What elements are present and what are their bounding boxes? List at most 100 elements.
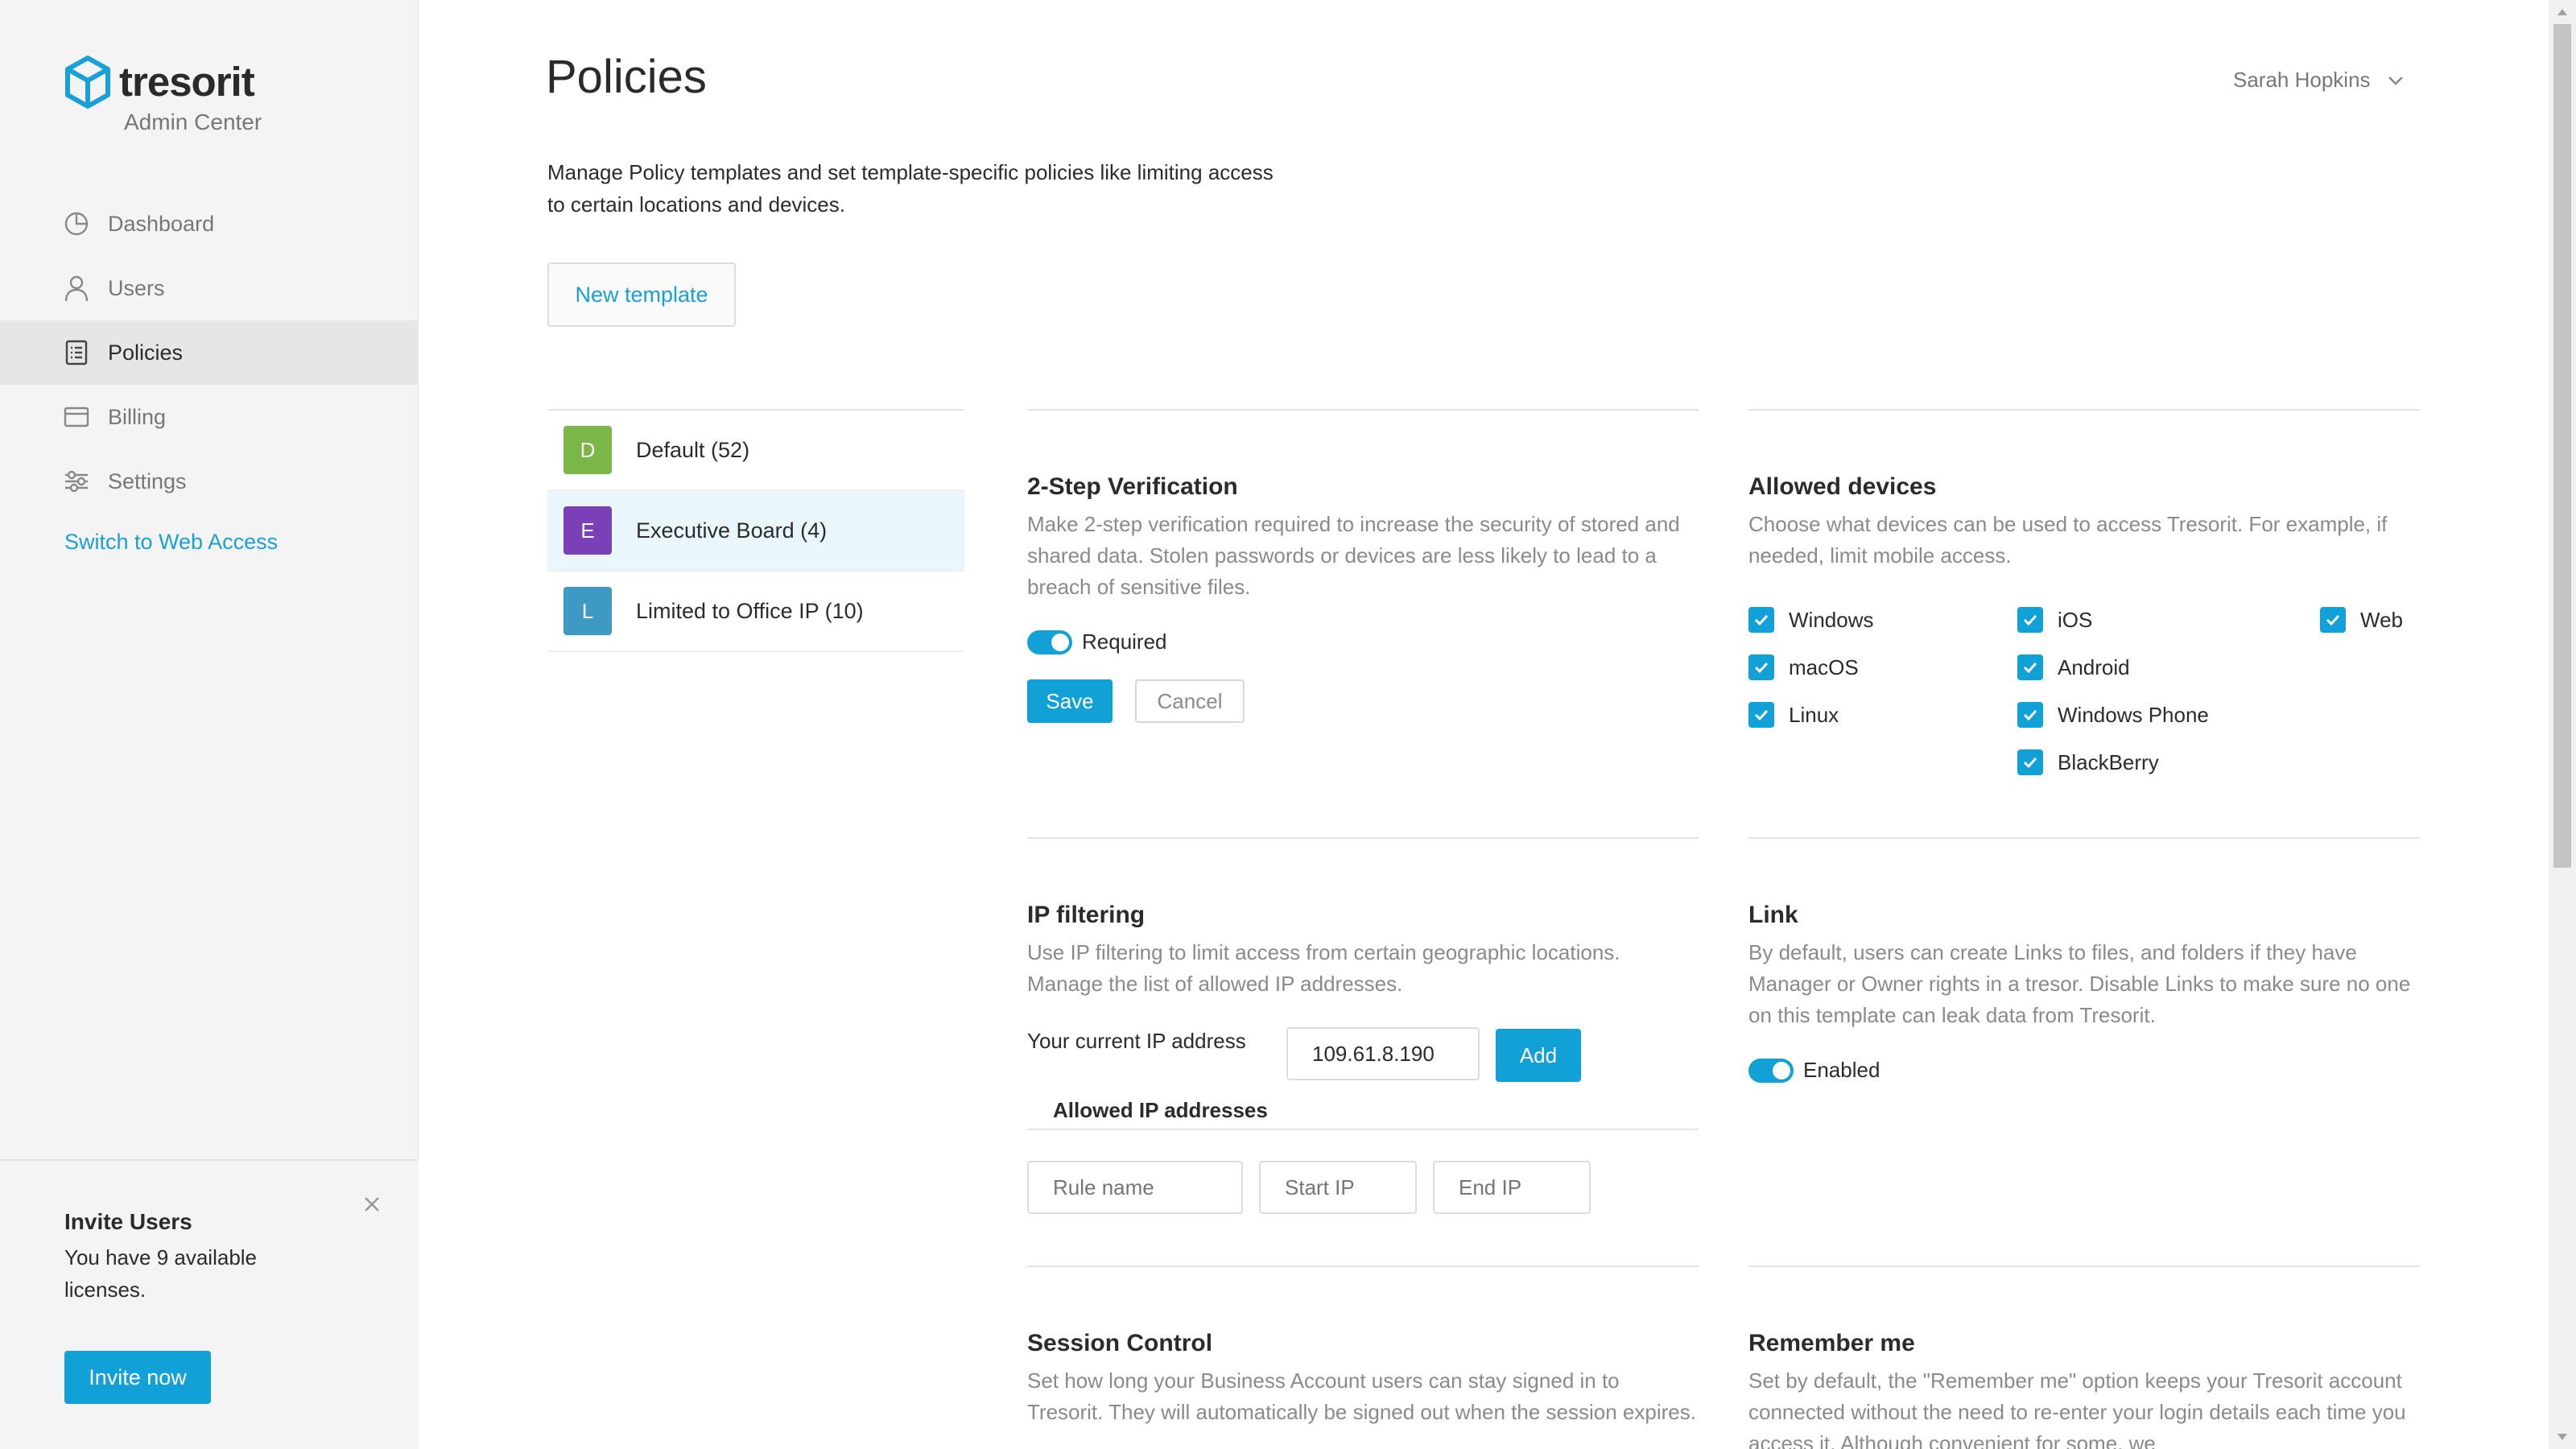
start-ip-input[interactable]	[1259, 1161, 1417, 1214]
close-icon[interactable]	[361, 1193, 383, 1216]
checkbox-checked-icon	[2320, 607, 2346, 633]
page-intro: Manage Policy templates and set template…	[547, 160, 1274, 217]
cancel-button[interactable]: Cancel	[1135, 679, 1245, 723]
new-template-button[interactable]: New template	[547, 262, 736, 327]
allowed-ip-heading: Allowed IP addresses	[1053, 1098, 1268, 1122]
section-description: Make 2-step verification required to inc…	[1027, 512, 1680, 599]
two-step-toggle-row: Required	[1027, 630, 1167, 654]
tresorit-logo-icon	[65, 56, 110, 109]
credit-card-icon	[63, 403, 90, 431]
page-title: Policies	[546, 51, 707, 103]
allowed-devices-section: Allowed devices Choose what devices can …	[1748, 409, 2420, 837]
scroll-down-arrow-icon[interactable]	[2549, 1425, 2576, 1449]
invite-title: Invite Users	[64, 1209, 192, 1234]
scrollbar-thumb[interactable]	[2553, 24, 2571, 868]
remember-me-section: Remember me Set by default, the "Remembe…	[1748, 1265, 2420, 1449]
checkbox-label: macOS	[1789, 654, 1859, 679]
section-description: Set how long your Business Account users…	[1027, 1368, 1696, 1424]
dashboard-icon	[63, 210, 90, 237]
checkbox-checked-icon	[1748, 702, 1774, 728]
checkbox-label: iOS	[2058, 607, 2093, 632]
device-checkbox-linux[interactable]: Linux	[1748, 702, 1839, 728]
chevron-down-icon	[2388, 76, 2403, 85]
device-checkbox-macos[interactable]: macOS	[1748, 654, 1859, 680]
policies-icon	[63, 339, 90, 366]
section-title: Remember me	[1748, 1330, 1915, 1356]
sliders-icon	[63, 468, 90, 495]
checkbox-label: Web	[2360, 607, 2403, 632]
checkbox-label: Linux	[1789, 702, 1839, 727]
divider	[1027, 1129, 1699, 1130]
sidebar-item-users[interactable]: Users	[0, 256, 419, 320]
template-item-default[interactable]: D Default (52)	[547, 411, 964, 491]
two-step-required-toggle[interactable]	[1027, 630, 1072, 654]
device-checkbox-blackberry[interactable]: BlackBerry	[2017, 749, 2159, 775]
scroll-up-arrow-icon[interactable]	[2549, 0, 2576, 24]
device-checkbox-windows[interactable]: Windows	[1748, 607, 1873, 633]
device-checkbox-web[interactable]: Web	[2320, 607, 2403, 633]
brand-name: tresorit	[119, 59, 255, 105]
scrollbar[interactable]	[2549, 0, 2576, 1449]
session-control-section: Session Control Set how long your Busine…	[1027, 1265, 1699, 1449]
add-ip-button[interactable]: Add	[1496, 1029, 1581, 1082]
checkbox-checked-icon	[2017, 702, 2043, 728]
toggle-label: Enabled	[1803, 1058, 1880, 1082]
two-step-verification-section: 2-Step Verification Make 2-step verifica…	[1027, 409, 1699, 837]
template-label: Executive Board (4)	[636, 518, 828, 543]
section-title: Allowed devices	[1748, 473, 1937, 500]
checkbox-checked-icon	[2017, 654, 2043, 680]
template-badge: L	[564, 587, 612, 635]
section-description: Choose what devices can be used to acces…	[1748, 512, 2388, 568]
current-ip-label: Your current IP address	[1027, 1029, 1246, 1053]
checkbox-label: Windows Phone	[2058, 702, 2209, 727]
sidebar-item-label: Policies	[108, 340, 184, 365]
template-label: Limited to Office IP (10)	[636, 598, 864, 623]
checkbox-label: Windows	[1789, 607, 1874, 632]
invite-text: You have 9 available licenses.	[64, 1245, 258, 1302]
section-title: IP filtering	[1027, 902, 1146, 928]
template-list: D Default (52) E Executive Board (4) L L…	[547, 409, 964, 652]
invite-users-panel: Invite Users You have 9 available licens…	[0, 1159, 419, 1449]
template-badge: E	[564, 506, 612, 555]
device-checkbox-windows-phone[interactable]: Windows Phone	[2017, 702, 2209, 728]
device-checkbox-android[interactable]: Android	[2017, 654, 2130, 680]
toggle-label: Required	[1082, 630, 1167, 654]
user-name: Sarah Hopkins	[2233, 68, 2371, 92]
link-toggle-row: Enabled	[1748, 1058, 1880, 1083]
sidebar-nav: Dashboard Users Policies Billing Setting…	[0, 192, 419, 514]
checkbox-checked-icon	[1748, 654, 1774, 680]
sidebar-item-policies[interactable]: Policies	[0, 320, 419, 385]
save-button[interactable]: Save	[1027, 679, 1113, 723]
sidebar-item-dashboard[interactable]: Dashboard	[0, 192, 419, 256]
template-item-limited-to-office-ip[interactable]: L Limited to Office IP (10)	[547, 572, 964, 652]
user-menu[interactable]: Sarah Hopkins	[2233, 68, 2406, 93]
invite-now-button[interactable]: Invite now	[64, 1351, 211, 1404]
checkbox-label: BlackBerry	[2058, 749, 2159, 774]
ip-filtering-section: IP filtering Use IP filtering to limit a…	[1027, 837, 1699, 1265]
current-ip-field[interactable]: 109.61.8.190	[1286, 1027, 1480, 1080]
link-section: Link By default, users can create Links …	[1748, 837, 2420, 1265]
user-icon	[63, 275, 90, 302]
checkbox-checked-icon	[1748, 607, 1774, 633]
section-title: 2-Step Verification	[1027, 473, 1238, 500]
sidebar-item-label: Users	[108, 275, 165, 300]
device-checkbox-ios[interactable]: iOS	[2017, 607, 2092, 633]
section-description: Set by default, the "Remember me" option…	[1748, 1368, 2406, 1449]
template-item-executive-board[interactable]: E Executive Board (4)	[547, 491, 964, 572]
sidebar-item-label: Settings	[108, 469, 187, 493]
switch-to-web-access-link[interactable]: Switch to Web Access	[64, 530, 278, 555]
checkbox-label: Android	[2058, 654, 2130, 679]
section-description: Use IP filtering to limit access from ce…	[1027, 940, 1620, 996]
section-title: Session Control	[1027, 1330, 1213, 1356]
sidebar: tresorit Admin Center Dashboard Users Po…	[0, 0, 419, 1449]
template-label: Default (52)	[636, 437, 750, 462]
link-enabled-toggle[interactable]	[1748, 1058, 1794, 1083]
template-badge: D	[564, 426, 612, 474]
brand-subtitle: Admin Center	[124, 109, 262, 134]
section-description: By default, users can create Links to fi…	[1748, 940, 2411, 1027]
sidebar-item-billing[interactable]: Billing	[0, 385, 419, 449]
sidebar-item-label: Dashboard	[108, 211, 215, 236]
end-ip-input[interactable]	[1433, 1161, 1591, 1214]
rule-name-input[interactable]	[1027, 1161, 1243, 1214]
sidebar-item-settings[interactable]: Settings	[0, 449, 419, 514]
